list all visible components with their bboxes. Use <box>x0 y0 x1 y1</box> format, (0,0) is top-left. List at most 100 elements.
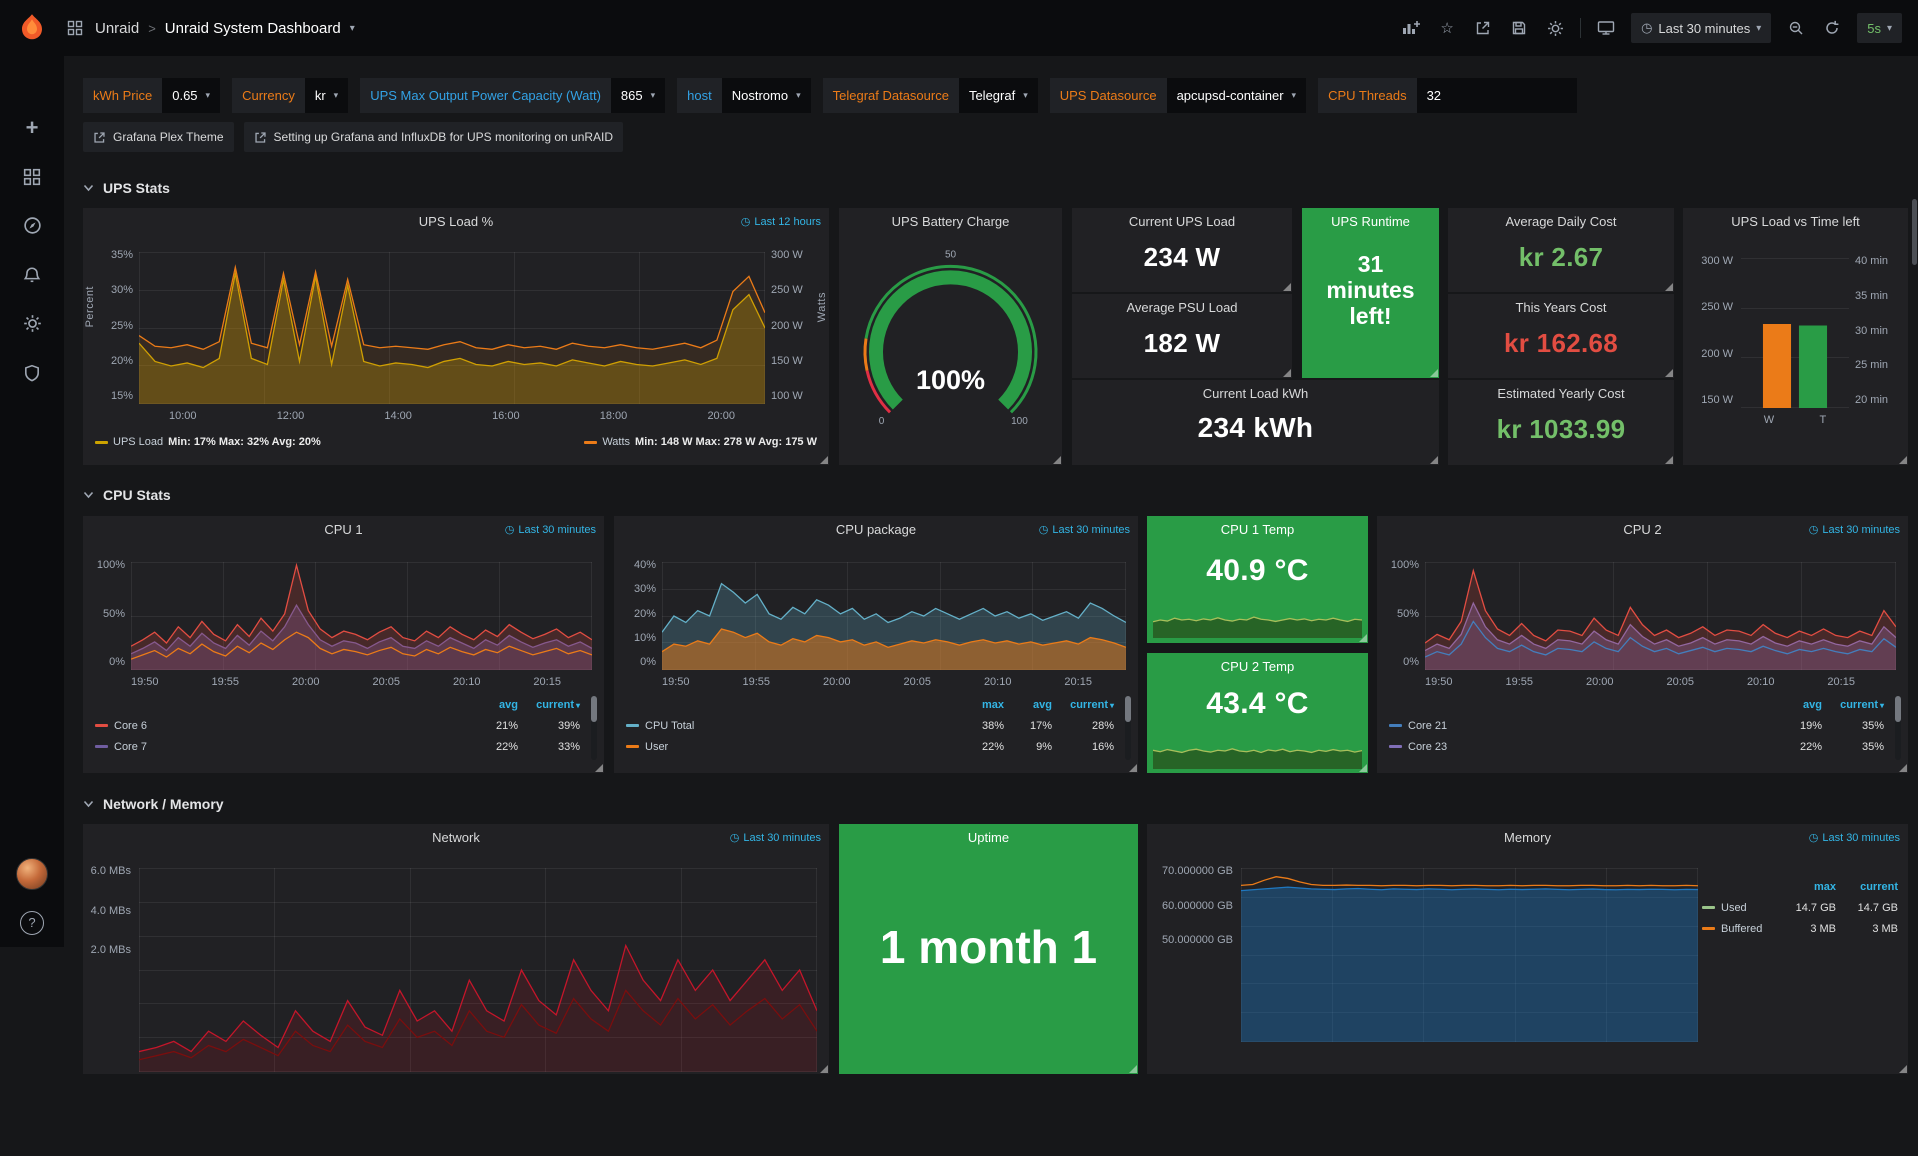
panel-time-badge[interactable]: ◷Last 30 minutes <box>730 831 821 844</box>
page-scrollbar[interactable] <box>1912 199 1917 265</box>
create-plus-icon[interactable]: + <box>0 103 64 152</box>
panel-title[interactable]: UPS Battery Charge <box>839 208 1062 234</box>
panel-time-badge[interactable]: ◷Last 30 minutes <box>1809 523 1900 536</box>
variable-value-dropdown[interactable]: kr▾ <box>305 78 348 113</box>
explore-compass-icon[interactable] <box>0 201 64 250</box>
link-ups-monitoring-guide[interactable]: Setting up Grafana and InfluxDB for UPS … <box>244 122 624 152</box>
refresh-icon[interactable] <box>1821 17 1843 39</box>
variable-ups-datasource[interactable]: UPS Datasource apcupsd-container▾ <box>1050 78 1306 113</box>
series-name[interactable]: Core 21 <box>1389 720 1766 732</box>
row-header-cpu-stats[interactable]: CPU Stats <box>83 484 171 506</box>
variable-cpu-threads[interactable]: CPU Threads 32 <box>1318 78 1577 113</box>
variable-label: CPU Threads <box>1318 78 1417 113</box>
server-admin-shield-icon[interactable] <box>0 348 64 397</box>
panel-time-badge[interactable]: ◷Last 30 minutes <box>1809 831 1900 844</box>
panel-title[interactable]: Average PSU Load <box>1072 294 1292 320</box>
series-name[interactable]: User <box>626 741 952 753</box>
panel-title[interactable]: Current Load kWh <box>1072 380 1439 406</box>
dashboard-chevron-down-icon[interactable]: ▾ <box>350 23 355 34</box>
variable-ups-max-output[interactable]: UPS Max Output Power Capacity (Watt) 865… <box>360 78 665 113</box>
legend-sort-avg[interactable]: avg <box>1766 699 1822 711</box>
clock-icon: ◷ <box>730 831 740 844</box>
cycle-view-monitor-icon[interactable] <box>1595 17 1617 39</box>
legend-sort-max[interactable]: max <box>1774 881 1836 893</box>
panel-title[interactable]: Estimated Yearly Cost <box>1448 380 1674 406</box>
user-avatar[interactable] <box>0 849 64 898</box>
cpu-threads-input[interactable]: 32 <box>1417 78 1577 113</box>
panel-title[interactable]: CPU 2 Temp <box>1147 653 1368 679</box>
cpu2-chart[interactable] <box>1425 562 1896 670</box>
legend-sort-current[interactable]: current▾ <box>518 699 580 711</box>
legend-scrollbar[interactable] <box>1895 696 1901 760</box>
series-name[interactable]: Core 23 <box>1389 741 1766 753</box>
legend-sort-avg[interactable]: avg <box>462 699 518 711</box>
panel-title[interactable]: Current UPS Load <box>1072 208 1292 234</box>
variable-value-dropdown[interactable]: apcupsd-container▾ <box>1167 78 1307 113</box>
series-name[interactable]: CPU Total <box>626 720 952 732</box>
dashboard-settings-gear-icon[interactable] <box>1544 17 1566 39</box>
panel-title[interactable]: UPS Load vs Time left <box>1683 208 1908 234</box>
panel-title[interactable]: Average Daily Cost <box>1448 208 1674 234</box>
variable-currency[interactable]: Currency kr▾ <box>232 78 348 113</box>
save-icon[interactable] <box>1508 17 1530 39</box>
battery-gauge[interactable] <box>847 238 1054 457</box>
legend-sort-max[interactable]: max <box>952 699 1004 711</box>
star-icon[interactable]: ☆ <box>1436 17 1458 39</box>
variable-value-dropdown[interactable]: Nostromo▾ <box>722 78 811 113</box>
series-name[interactable]: Watts <box>602 436 630 448</box>
variable-host[interactable]: host Nostromo▾ <box>677 78 810 113</box>
panel-title[interactable]: Uptime <box>839 824 1138 850</box>
variable-value-dropdown[interactable]: Telegraf▾ <box>959 78 1038 113</box>
legend-scrollbar[interactable] <box>591 696 597 760</box>
alerting-bell-icon[interactable] <box>0 250 64 299</box>
panel-title[interactable]: This Years Cost <box>1448 294 1674 320</box>
breadcrumb-app[interactable]: Unraid <box>95 20 139 37</box>
series-color-dash <box>626 724 639 727</box>
series-name[interactable]: UPS Load <box>113 436 163 448</box>
refresh-interval-picker[interactable]: 5s ▾ <box>1857 13 1902 43</box>
cpu-package-chart[interactable] <box>662 562 1126 670</box>
series-name[interactable]: Buffered <box>1702 923 1774 935</box>
legend-scrollbar[interactable] <box>1125 696 1131 760</box>
legend-value: 35% <box>1822 741 1884 753</box>
variable-value-dropdown[interactable]: 0.65▾ <box>162 78 220 113</box>
load-vs-time-bars[interactable] <box>1741 258 1849 408</box>
legend-sort-current[interactable]: current▾ <box>1822 699 1884 711</box>
legend-sort-current[interactable]: current <box>1836 881 1898 893</box>
side-menu: + ? <box>0 56 64 947</box>
row-header-ups-stats[interactable]: UPS Stats <box>83 177 170 199</box>
dashboards-icon[interactable] <box>0 152 64 201</box>
panel-title[interactable]: UPS Load % <box>83 208 829 234</box>
panel-title[interactable]: UPS Runtime <box>1302 208 1439 234</box>
link-grafana-plex-theme[interactable]: Grafana Plex Theme <box>83 122 234 152</box>
legend-sort-current[interactable]: current▾ <box>1052 699 1114 711</box>
variable-value-dropdown[interactable]: 865▾ <box>611 78 665 113</box>
network-chart[interactable] <box>139 868 817 1072</box>
time-range-picker[interactable]: ◷ Last 30 minutes ▾ <box>1631 13 1771 43</box>
help-icon[interactable]: ? <box>0 898 64 947</box>
panel-title[interactable]: Network <box>83 824 829 850</box>
legend-sort-avg[interactable]: avg <box>1004 699 1052 711</box>
series-name[interactable]: Core 6 <box>95 720 462 732</box>
cpu1-chart[interactable] <box>131 562 592 670</box>
ups-load-chart[interactable] <box>139 252 765 404</box>
share-icon[interactable] <box>1472 17 1494 39</box>
row-header-network-memory[interactable]: Network / Memory <box>83 793 224 815</box>
breadcrumb-dashboard-title[interactable]: Unraid System Dashboard <box>165 20 341 37</box>
panel-title[interactable]: CPU 1 Temp <box>1147 516 1368 542</box>
variable-kwh-price[interactable]: kWh Price 0.65▾ <box>83 78 220 113</box>
panel-time-badge[interactable]: ◷Last 30 minutes <box>505 523 596 536</box>
grafana-logo[interactable] <box>0 13 64 43</box>
series-name[interactable]: Core 7 <box>95 741 462 753</box>
memory-chart[interactable] <box>1241 868 1698 1042</box>
panel-time-badge[interactable]: ◷Last 12 hours <box>741 215 821 228</box>
panel-title[interactable]: Memory <box>1147 824 1908 850</box>
variable-telegraf-datasource[interactable]: Telegraf Datasource Telegraf▾ <box>823 78 1038 113</box>
add-panel-icon[interactable] <box>1400 17 1422 39</box>
zoom-out-icon[interactable] <box>1785 17 1807 39</box>
panel-time-badge[interactable]: ◷Last 30 minutes <box>1039 523 1130 536</box>
y-axis-labels-right: 300 W250 W200 W150 W100 W <box>771 252 817 404</box>
configuration-gear-icon[interactable] <box>0 299 64 348</box>
series-name[interactable]: Used <box>1702 902 1774 914</box>
dashboards-grid-icon[interactable] <box>64 17 86 39</box>
